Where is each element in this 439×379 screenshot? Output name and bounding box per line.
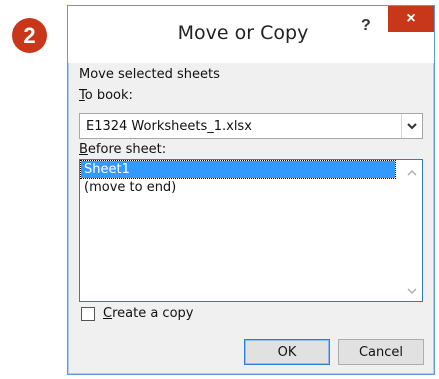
scroll-down-icon[interactable] [406, 285, 418, 297]
before-sheet-label: Before sheet: [79, 142, 166, 157]
move-selected-sheets-label: Move selected sheets [79, 67, 220, 82]
move-or-copy-dialog: Move or Copy ? × Move selected sheets To… [67, 5, 435, 375]
dialog-titlebar: Move or Copy ? × [68, 6, 434, 63]
create-copy-label[interactable]: Create a copy [103, 306, 193, 321]
dialog-title: Move or Copy [177, 22, 309, 44]
create-copy-label-text: reate a copy [112, 306, 194, 321]
create-copy-accelerator: C [103, 306, 113, 321]
create-copy-checkbox[interactable] [81, 307, 95, 321]
before-sheet-list[interactable]: Sheet1 (move to end) [79, 159, 423, 302]
chevron-down-icon[interactable] [401, 114, 422, 138]
to-book-label-text: o book: [84, 88, 133, 103]
step-number-badge: 2 [12, 18, 47, 53]
close-button[interactable]: × [388, 6, 434, 32]
before-sheet-accelerator: B [79, 142, 88, 157]
to-book-label: To book: [79, 88, 133, 103]
to-book-dropdown[interactable]: E1324 Worksheets_1.xlsx [79, 113, 423, 139]
before-sheet-label-text: efore sheet: [87, 142, 167, 157]
ok-button[interactable]: OK [244, 339, 330, 365]
list-item-move-to-end[interactable]: (move to end) [81, 179, 176, 196]
cancel-button[interactable]: Cancel [338, 339, 424, 365]
to-book-value: E1324 Worksheets_1.xlsx [86, 119, 252, 134]
scroll-up-icon[interactable] [406, 167, 418, 179]
help-button[interactable]: ? [361, 17, 371, 35]
list-item-sheet1[interactable]: Sheet1 [80, 160, 396, 179]
